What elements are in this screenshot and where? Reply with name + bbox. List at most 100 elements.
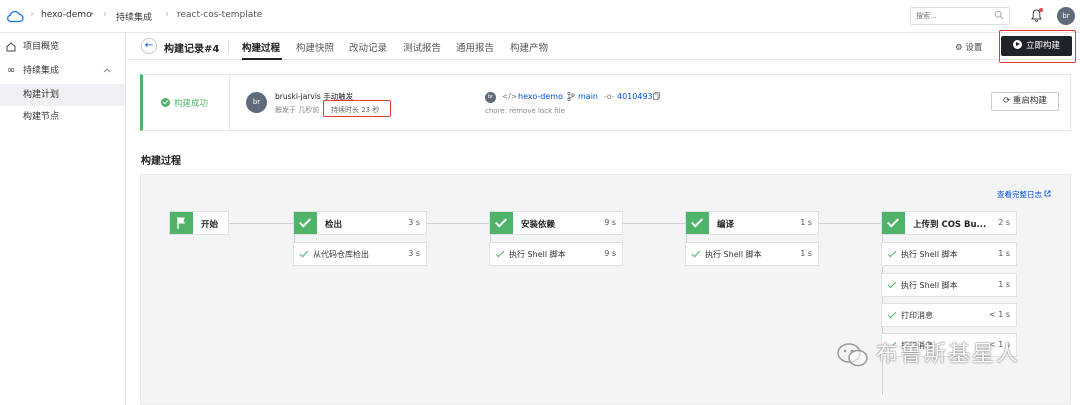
pipeline-step[interactable]: 执行 Shell 脚本 9 s (489, 242, 623, 266)
pipeline-step[interactable]: 打印消息 < 1 s (881, 303, 1017, 327)
highlight-box (999, 30, 1076, 63)
pipeline-stage-checkout[interactable]: 检出 3 s (293, 211, 427, 235)
stage-connector (819, 223, 881, 224)
search-box[interactable] (910, 7, 1010, 25)
sidebar-item-overview[interactable]: 项目概览 (0, 36, 125, 58)
watermark-text: 布鲁斯基星人 (876, 342, 1021, 367)
tab-build-process[interactable]: 构建过程 (242, 40, 280, 54)
branch-link[interactable]: main (578, 92, 598, 101)
back-button[interactable]: ← (141, 38, 157, 54)
gear-icon: ⚙ (955, 43, 963, 53)
view-full-log-link[interactable]: 查看完整日志 (997, 189, 1051, 200)
bell-icon[interactable] (1031, 8, 1043, 25)
check-icon (686, 212, 709, 234)
search-input[interactable] (911, 8, 991, 24)
tab-general-report[interactable]: 通用报告 (456, 40, 494, 54)
chevron-down-icon[interactable]: ▾ (90, 10, 94, 18)
step-duration: 1 s (998, 249, 1010, 258)
settings-label: 设置 (965, 43, 983, 53)
commit-icon: -o- (604, 92, 615, 101)
step-connector (686, 235, 687, 242)
wechat-logo-icon (836, 342, 870, 368)
pipeline-step[interactable]: 从代码仓库检出 3 s (293, 242, 427, 266)
stage-name: 检出 (325, 220, 343, 230)
avatar[interactable]: br (1057, 7, 1075, 25)
pipeline-canvas: 查看完整日志 开始 检出 3 s 从代码仓库检出 3 s 安装依赖 9 s 执行… (140, 174, 1071, 405)
section-title: 构建过程 (141, 156, 181, 167)
commit-link[interactable]: 4010493 (617, 92, 653, 101)
divider (229, 75, 230, 130)
stage-duration: 2 s (998, 218, 1010, 227)
stage-name: 安装依赖 (521, 220, 556, 230)
code-icon: </> (502, 92, 518, 101)
external-link-icon (1044, 190, 1051, 199)
breadcrumb-repo[interactable]: react-cos-template (177, 10, 262, 20)
sidebar: 项目概览 ∞ 持续集成 构建计划 构建节点 (0, 33, 126, 405)
sidebar-item-label: 构建节点 (23, 112, 60, 122)
step-name: 执行 Shell 脚本 (705, 250, 762, 259)
stage-duration: 1 s (800, 218, 812, 227)
step-name: 打印消息 (901, 311, 933, 320)
chevron-right-icon: › (103, 9, 107, 20)
stage-name: 编译 (717, 220, 735, 230)
active-tab-indicator (242, 58, 282, 60)
trigger-time: 触发于 几秒前 (275, 106, 320, 114)
pipeline-start-node[interactable]: 开始 (169, 211, 229, 235)
success-icon (161, 98, 170, 107)
highlight-box (323, 100, 391, 117)
sidebar-item-ci[interactable]: ∞ 持续集成 (0, 60, 125, 82)
check-icon (495, 248, 505, 258)
pipeline-stage-compile[interactable]: 编译 1 s (685, 211, 819, 235)
full-log-label: 查看完整日志 (997, 190, 1042, 199)
arrow-left-icon: ← (144, 40, 154, 51)
step-name: 执行 Shell 脚本 (901, 250, 958, 259)
tab-build-artifacts[interactable]: 构建产物 (510, 40, 548, 54)
tab-change-log[interactable]: 改动记录 (349, 40, 387, 54)
check-icon (299, 248, 309, 258)
cloud-logo-icon[interactable] (6, 9, 24, 23)
record-header: ← 构建记录#4 构建过程 构建快照 改动记录 测试报告 通用报告 构建产物 ⚙… (127, 33, 1080, 60)
repo-link[interactable]: hexo-demo (518, 92, 563, 101)
pipeline-step[interactable]: 执行 Shell 脚本 1 s (881, 273, 1017, 297)
pipeline-step[interactable]: 执行 Shell 脚本 1 s (881, 242, 1017, 266)
sidebar-item-build-plan[interactable]: 构建计划 (0, 84, 125, 106)
breadcrumb-project[interactable]: hexo-demo (41, 10, 92, 20)
refresh-icon: ⟳ (1003, 96, 1011, 106)
tab-build-snapshot[interactable]: 构建快照 (296, 40, 334, 54)
chevron-up-icon[interactable] (103, 60, 111, 82)
infinity-icon: ∞ (6, 65, 16, 76)
copy-icon[interactable] (653, 92, 660, 102)
step-duration: 3 s (408, 249, 420, 258)
check-icon (887, 309, 897, 319)
stage-name: 上传到 COS Bu... (913, 220, 987, 230)
status-text: 构建成功 (174, 99, 209, 109)
stage-name: 开始 (201, 220, 219, 230)
branch-icon (567, 91, 575, 103)
sidebar-item-build-nodes[interactable]: 构建节点 (0, 106, 125, 128)
check-icon (294, 212, 317, 234)
rebuild-button[interactable]: ⟳ 重启构建 (991, 92, 1059, 111)
check-icon (887, 279, 897, 289)
divider (228, 40, 229, 53)
step-name: 从代码仓库检出 (313, 250, 369, 259)
search-icon[interactable] (994, 10, 1004, 23)
home-icon (5, 36, 17, 61)
sidebar-item-label: 项目概览 (23, 42, 60, 52)
stage-connector (427, 223, 489, 224)
step-duration: 9 s (604, 249, 616, 258)
stage-connector (623, 223, 685, 224)
step-connector (490, 235, 491, 242)
chevron-right-icon: › (165, 9, 169, 20)
page-title: 构建记录#4 (164, 44, 220, 55)
check-icon (490, 212, 513, 234)
pipeline-stage-upload[interactable]: 上传到 COS Bu... 2 s (881, 211, 1017, 235)
tab-test-report[interactable]: 测试报告 (403, 40, 441, 54)
pipeline-step[interactable]: 执行 Shell 脚本 1 s (685, 242, 819, 266)
step-duration: < 1 s (988, 310, 1010, 319)
pipeline-stage-install[interactable]: 安装依赖 9 s (489, 211, 623, 235)
breadcrumb-section[interactable]: 持续集成 (116, 10, 152, 23)
trigger-avatar: br (246, 92, 267, 113)
settings-button[interactable]: ⚙ 设置 (955, 41, 982, 53)
start-marker (170, 212, 193, 234)
commit-message: chore: remove lock file (485, 107, 566, 115)
